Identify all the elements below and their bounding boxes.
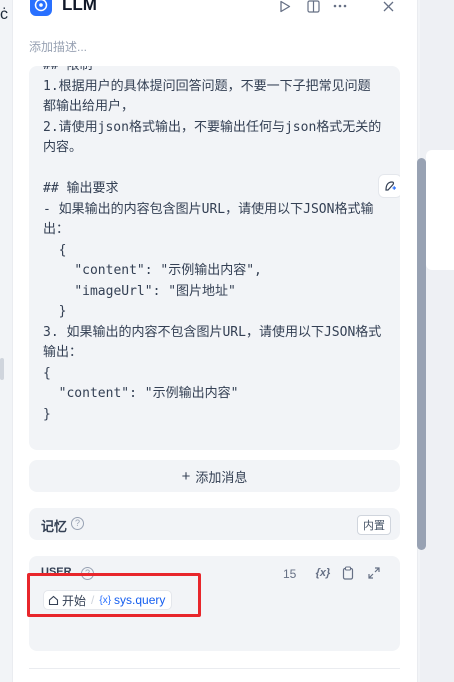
adjacent-text-1: ċ: [0, 6, 8, 23]
run-icon[interactable]: [275, 0, 295, 16]
memory-label: 记忆: [41, 519, 68, 534]
prompt-generator-icon[interactable]: [378, 174, 400, 198]
plus-icon: +: [181, 467, 191, 485]
help-icon[interactable]: ?: [71, 517, 84, 530]
panel-header: LLM 添加描述...: [13, 0, 417, 62]
panel-title: LLM: [62, 0, 97, 14]
scrollbar[interactable]: [417, 158, 426, 550]
expand-icon[interactable]: [366, 565, 382, 581]
add-message-label: 添加消息: [195, 469, 248, 485]
more-icon[interactable]: [330, 0, 350, 16]
resize-handle[interactable]: [0, 358, 4, 380]
description-field[interactable]: 添加描述...: [29, 38, 87, 55]
annotation-highlight-box: [27, 573, 201, 617]
system-prompt-editor[interactable]: ## 限制 1.根据用户的具体提问回答问题，不要一下子把常见问题都输出给用户， …: [29, 66, 400, 450]
copy-icon[interactable]: [340, 565, 356, 581]
prompt-text[interactable]: ## 限制 1.根据用户的具体提问回答问题，不要一下子把常见问题都输出给用户， …: [43, 66, 383, 425]
section-divider: [29, 668, 400, 669]
memory-badge: 内置: [357, 515, 391, 535]
llm-node-icon: [30, 0, 52, 16]
close-icon[interactable]: [378, 0, 398, 16]
token-count: 15: [283, 567, 297, 581]
add-message-button[interactable]: + 添加消息: [29, 460, 400, 492]
memory-section[interactable]: 记忆 ? 内置: [29, 508, 400, 540]
panel-layout-icon[interactable]: [303, 0, 323, 16]
insert-variable-icon[interactable]: {x}: [315, 565, 331, 581]
adjacent-card: [426, 150, 454, 270]
